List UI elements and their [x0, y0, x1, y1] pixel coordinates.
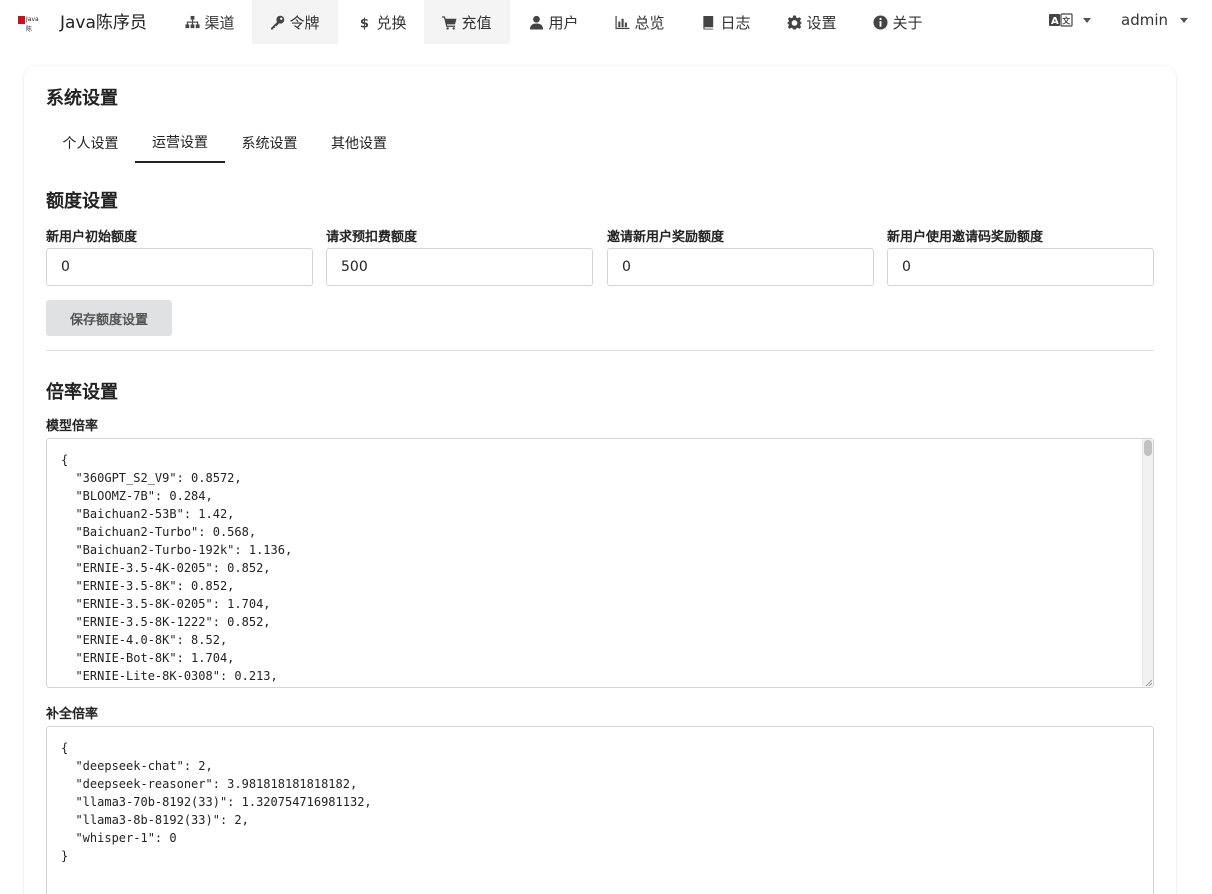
language-selector[interactable]: A文	[1049, 0, 1091, 40]
tab-other-settings[interactable]: 其他设置	[314, 122, 404, 163]
nav-item-topup[interactable]: 充值	[424, 0, 510, 44]
new-user-quota-label: 新用户初始额度	[46, 230, 138, 245]
nav-item-redeem[interactable]: $ 兑换	[342, 0, 422, 44]
nav-label: 用户	[548, 13, 579, 32]
nav-item-channels[interactable]: 渠道	[170, 0, 250, 44]
section-divider	[46, 350, 1154, 351]
chevron-down-icon	[1180, 17, 1188, 23]
completion-ratio-textarea[interactable]: { "deepseek-chat": 2, "deepseek-reasoner…	[46, 726, 1154, 894]
tab-operation-settings[interactable]: 运营设置	[135, 122, 225, 163]
tab-personal-settings[interactable]: 个人设置	[46, 122, 135, 163]
key-icon	[271, 15, 285, 30]
model-ratio-textarea[interactable]: { "360GPT_S2_V9": 0.8572, "BLOOMZ-7B": 0…	[46, 438, 1154, 688]
tab-system-settings[interactable]: 系统设置	[225, 122, 314, 163]
completion-ratio-label: 补全倍率	[46, 707, 99, 722]
book-icon	[703, 15, 714, 30]
brand-logo: Java陈	[18, 14, 44, 33]
bar-chart-icon	[615, 15, 631, 29]
nav-label: 兑换	[376, 13, 407, 32]
nav-item-about[interactable]: 关于	[858, 0, 938, 44]
resize-handle-icon[interactable]	[1145, 679, 1152, 686]
pre-consumed-quota-label: 请求预扣费额度	[326, 230, 418, 245]
new-user-quota-input[interactable]	[46, 248, 313, 286]
nav-label: 日志	[720, 13, 751, 32]
brand[interactable]: Java陈 Java陈序员	[18, 0, 147, 40]
svg-text:A: A	[1051, 16, 1059, 27]
nav-item-users[interactable]: 用户	[514, 0, 594, 44]
inviter-reward-quota-label: 邀请新用户奖励额度	[607, 230, 725, 245]
quota-section-title: 额度设置	[46, 191, 118, 212]
nav-item-settings[interactable]: 设置	[772, 0, 852, 44]
nav-label: 总览	[634, 13, 665, 32]
scrollbar-thumb[interactable]	[1144, 440, 1152, 456]
nav-label: 设置	[806, 13, 837, 32]
pre-consumed-quota-input[interactable]	[326, 248, 593, 286]
nav-label: 渠道	[204, 13, 235, 32]
svg-text:$: $	[360, 16, 369, 29]
inviter-reward-quota-input[interactable]	[607, 248, 874, 286]
nav-label: 关于	[892, 13, 923, 32]
brand-name: Java陈序员	[60, 12, 147, 33]
nav-label: 令牌	[289, 13, 320, 32]
svg-text:文: 文	[1062, 16, 1071, 26]
chevron-down-icon	[1083, 17, 1091, 23]
nav-item-logs[interactable]: 日志	[686, 0, 766, 44]
top-nav: Java陈 Java陈序员 渠道 令牌 $ 兑换 充值 用户 总览 日志 设置 …	[0, 0, 1212, 44]
brand-logo-text: Java陈	[26, 16, 39, 33]
nav-label: 充值	[461, 13, 492, 32]
model-ratio-label: 模型倍率	[46, 419, 99, 434]
translate-icon: A文	[1049, 13, 1073, 27]
user-name: admin	[1121, 11, 1168, 29]
gear-icon	[787, 14, 803, 30]
invitee-reward-quota-label: 新用户使用邀请码奖励额度	[887, 230, 1044, 245]
save-quota-button[interactable]: 保存额度设置	[46, 300, 172, 336]
user-menu[interactable]: admin	[1121, 0, 1188, 40]
model-ratio-scrollbar[interactable]	[1142, 439, 1153, 686]
info-icon	[873, 14, 889, 30]
user-icon	[530, 15, 544, 30]
sitemap-icon	[185, 15, 201, 28]
nav-item-overview[interactable]: 总览	[600, 0, 680, 44]
page-title: 系统设置	[46, 88, 118, 109]
dollar-icon: $	[360, 16, 369, 29]
nav-item-tokens[interactable]: 令牌	[252, 0, 338, 44]
invitee-reward-quota-input[interactable]	[887, 248, 1154, 286]
ratio-section-title: 倍率设置	[46, 382, 118, 403]
cart-icon	[442, 15, 458, 30]
